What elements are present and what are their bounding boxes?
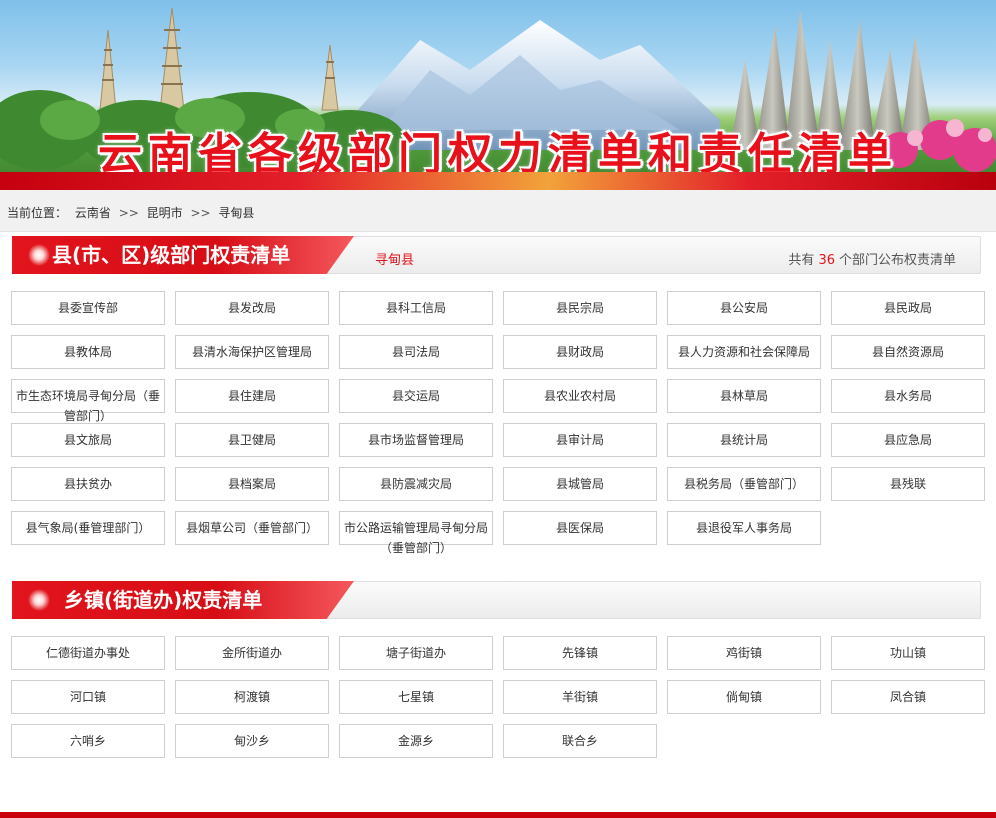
breadcrumb-item-province[interactable]: 云南省 xyxy=(75,206,111,220)
town-link[interactable]: 鸡街镇 xyxy=(667,636,821,670)
department-link[interactable]: 县审计局 xyxy=(503,423,657,457)
breadcrumb-item-county[interactable]: 寻甸县 xyxy=(218,206,254,220)
town-link[interactable]: 河口镇 xyxy=(11,680,165,714)
town-link[interactable]: 六哨乡 xyxy=(11,724,165,758)
department-link[interactable]: 县发改局 xyxy=(175,291,329,325)
town-link[interactable]: 金所街道办 xyxy=(175,636,329,670)
department-link[interactable]: 县卫健局 xyxy=(175,423,329,457)
department-link[interactable]: 县委宣传部 xyxy=(11,291,165,325)
department-link[interactable]: 县城管局 xyxy=(503,467,657,501)
town-link[interactable]: 功山镇 xyxy=(831,636,985,670)
department-link[interactable]: 县退役军人事务局 xyxy=(667,511,821,545)
breadcrumb-separator: >> xyxy=(118,206,139,220)
town-link[interactable]: 塘子街道办 xyxy=(339,636,493,670)
department-link[interactable]: 县烟草公司（垂管部门） xyxy=(175,511,329,545)
department-link[interactable]: 县民宗局 xyxy=(503,291,657,325)
count-number: 36 xyxy=(818,253,835,268)
count-prefix: 共有 xyxy=(788,253,815,268)
section-title: 县(市、区)级部门权责清单 xyxy=(52,243,291,267)
department-link[interactable]: 县水务局 xyxy=(831,379,985,413)
department-link[interactable]: 县财政局 xyxy=(503,335,657,369)
count-suffix: 个部门公布权责清单 xyxy=(838,253,956,268)
department-link[interactable]: 市公路运输管理局寻甸分局（垂管部门） xyxy=(339,511,493,555)
county-name: 寻甸县 xyxy=(375,253,415,268)
department-link[interactable]: 县农业农村局 xyxy=(503,379,657,413)
banner-ribbon xyxy=(0,172,996,190)
breadcrumb-label: 当前位置： xyxy=(7,206,68,220)
department-link[interactable]: 县公安局 xyxy=(667,291,821,325)
department-link[interactable]: 县教体局 xyxy=(11,335,165,369)
department-link[interactable]: 县自然资源局 xyxy=(831,335,985,369)
department-link[interactable]: 县清水海保护区管理局 xyxy=(175,335,329,369)
section-title: 乡镇(街道办)权责清单 xyxy=(64,588,263,612)
footer-bar xyxy=(0,812,996,818)
breadcrumb: 当前位置： 云南省 >> 昆明市 >> 寻甸县 xyxy=(0,190,996,232)
department-link[interactable]: 县应急局 xyxy=(831,423,985,457)
department-link[interactable]: 县文旅局 xyxy=(11,423,165,457)
sparkle-icon xyxy=(26,587,52,613)
department-link[interactable]: 县统计局 xyxy=(667,423,821,457)
department-link[interactable]: 县税务局（垂管部门） xyxy=(667,467,821,501)
department-link[interactable]: 县气象局(垂管理部门） xyxy=(11,511,165,545)
department-link[interactable]: 县残联 xyxy=(831,467,985,501)
section-header-county: 县(市、区)级部门权责清单 寻甸县 共有 36 个部门公布权责清单 xyxy=(12,236,981,274)
department-link[interactable]: 县林草局 xyxy=(667,379,821,413)
department-link[interactable]: 市生态环境局寻甸分局（垂管部门） xyxy=(11,379,165,423)
town-link[interactable]: 金源乡 xyxy=(339,724,493,758)
department-link[interactable]: 县医保局 xyxy=(503,511,657,545)
section-tab: 乡镇(街道办)权责清单 xyxy=(12,581,354,619)
department-link[interactable]: 县市场监督管理局 xyxy=(339,423,493,457)
town-link[interactable]: 柯渡镇 xyxy=(175,680,329,714)
town-link[interactable]: 仁德街道办事处 xyxy=(11,636,165,670)
breadcrumb-item-city[interactable]: 昆明市 xyxy=(147,206,183,220)
department-link[interactable]: 县民政局 xyxy=(831,291,985,325)
town-link[interactable]: 先锋镇 xyxy=(503,636,657,670)
town-link[interactable]: 凤合镇 xyxy=(831,680,985,714)
department-link[interactable]: 县司法局 xyxy=(339,335,493,369)
department-link[interactable]: 县扶贫办 xyxy=(11,467,165,501)
sparkle-icon xyxy=(26,242,52,268)
town-link[interactable]: 倘甸镇 xyxy=(667,680,821,714)
header-banner: 云南省各级部门权力清单和责任清单 xyxy=(0,0,996,190)
department-count: 共有 36 个部门公布权责清单 xyxy=(788,249,956,268)
department-link[interactable]: 县档案局 xyxy=(175,467,329,501)
section-tab: 县(市、区)级部门权责清单 xyxy=(12,236,354,274)
breadcrumb-separator: >> xyxy=(190,206,211,220)
town-link[interactable]: 七星镇 xyxy=(339,680,493,714)
department-link[interactable]: 县科工信局 xyxy=(339,291,493,325)
department-link[interactable]: 县住建局 xyxy=(175,379,329,413)
town-link[interactable]: 联合乡 xyxy=(503,724,657,758)
town-link[interactable]: 羊街镇 xyxy=(503,680,657,714)
department-link[interactable]: 县防震减灾局 xyxy=(339,467,493,501)
department-link[interactable]: 县人力资源和社会保障局 xyxy=(667,335,821,369)
department-link[interactable]: 县交运局 xyxy=(339,379,493,413)
town-link[interactable]: 甸沙乡 xyxy=(175,724,329,758)
section-header-town: 乡镇(街道办)权责清单 xyxy=(12,581,981,619)
